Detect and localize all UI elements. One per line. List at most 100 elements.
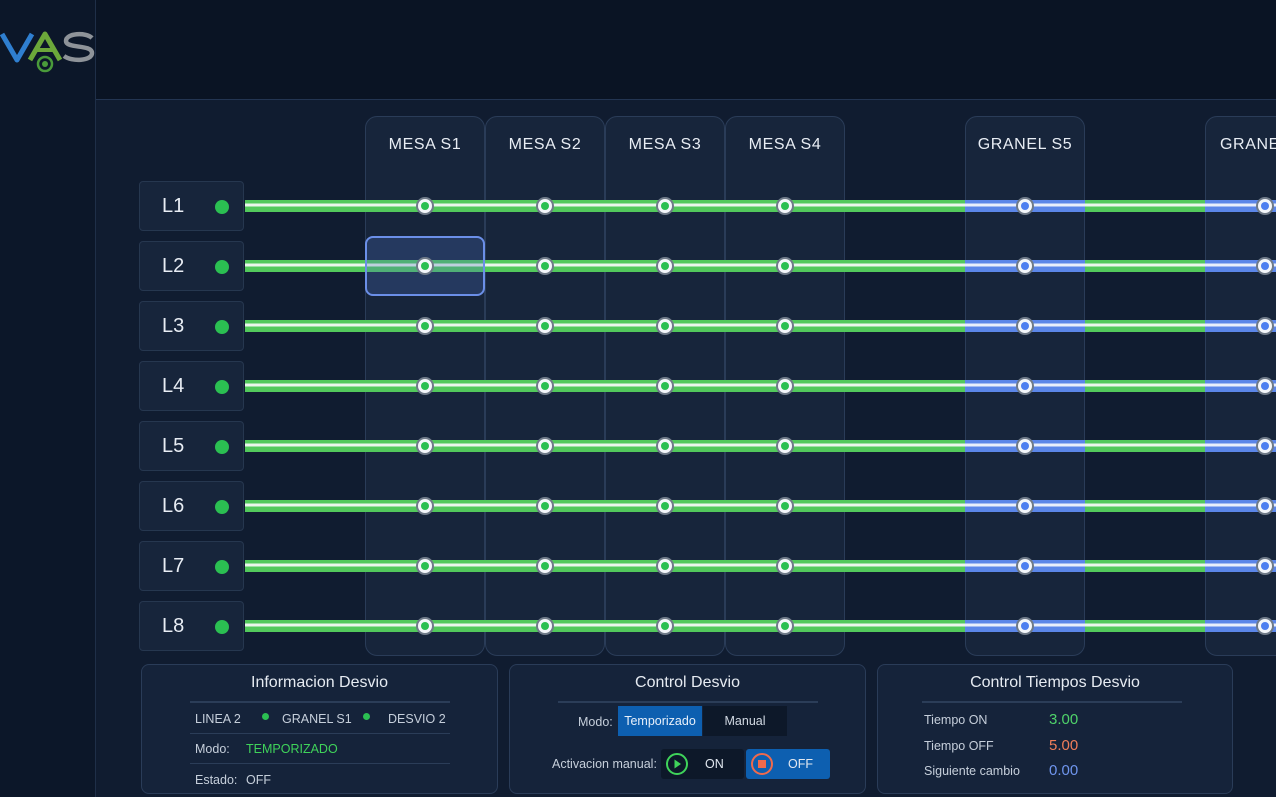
diverter-node-l6-s1[interactable] (416, 497, 434, 515)
diverter-node-l6-s3[interactable] (656, 497, 674, 515)
time-off-value[interactable]: 5.00 (1049, 737, 1078, 754)
info-panel-title: Informacion Desvio (251, 674, 388, 691)
control-panel: Control Desvio Modo: Temporizado Manual … (509, 664, 866, 794)
manual-on-toggle[interactable]: ON (661, 749, 744, 779)
line-track-l5 (245, 440, 1276, 452)
diverter-node-l8-s1[interactable] (416, 617, 434, 635)
info-state-value: OFF (246, 773, 271, 787)
info-line: LINEA 2 (195, 712, 241, 726)
diverter-node-l7-s6[interactable] (1256, 557, 1274, 575)
track-segment-green (845, 200, 965, 212)
diverter-node-l2-s6[interactable] (1256, 257, 1274, 275)
info-state-label: Estado: (195, 773, 238, 787)
diverter-node-l3-s2[interactable] (536, 317, 554, 335)
diverter-node-l3-s4[interactable] (776, 317, 794, 335)
diverter-node-l2-s1[interactable] (416, 257, 434, 275)
diverter-node-l1-s3[interactable] (656, 197, 674, 215)
diverter-node-l5-s3[interactable] (656, 437, 674, 455)
diverter-node-l7-s2[interactable] (536, 557, 554, 575)
time-on-label: Tiempo ON (924, 713, 988, 727)
station-title-s2: MESA S2 (508, 136, 582, 153)
top-bar (96, 0, 1276, 100)
line-badge-l2[interactable]: L2 (139, 241, 244, 291)
diverter-node-l5-s4[interactable] (776, 437, 794, 455)
line-label: L5 (162, 435, 185, 457)
diverter-node-l7-s4[interactable] (776, 557, 794, 575)
track-segment-green (845, 560, 965, 572)
line-badge-l4[interactable]: L4 (139, 361, 244, 411)
diverter-node-l6-s4[interactable] (776, 497, 794, 515)
diverter-node-l8-s4[interactable] (776, 617, 794, 635)
diverter-node-l5-s1[interactable] (416, 437, 434, 455)
diverter-node-l1-s2[interactable] (536, 197, 554, 215)
diverter-node-l1-s4[interactable] (776, 197, 794, 215)
manual-off-label: OFF (788, 757, 813, 771)
mode-temporizado-button[interactable]: Temporizado (618, 706, 702, 736)
diverter-node-l5-s5[interactable] (1016, 437, 1034, 455)
diverter-node-l4-s6[interactable] (1256, 377, 1274, 395)
diverter-node-l3-s6[interactable] (1256, 317, 1274, 335)
line-badge-l7[interactable]: L7 (139, 541, 244, 591)
diverter-node-l7-s1[interactable] (416, 557, 434, 575)
diverter-node-l6-s6[interactable] (1256, 497, 1274, 515)
track-segment-green (1085, 440, 1205, 452)
line-label: L3 (162, 315, 185, 337)
diverter-node-l8-s5[interactable] (1016, 617, 1034, 635)
track-segment-green (245, 440, 365, 452)
diverter-node-l7-s3[interactable] (656, 557, 674, 575)
diverter-node-l2-s4[interactable] (776, 257, 794, 275)
line-badge-l6[interactable]: L6 (139, 481, 244, 531)
track-segment-green (1085, 320, 1205, 332)
diverter-node-l2-s2[interactable] (536, 257, 554, 275)
line-label: L1 (162, 195, 185, 217)
station-title-s5: GRANEL S5 (977, 136, 1073, 153)
line-status-dot (215, 200, 229, 214)
diverter-node-l8-s3[interactable] (656, 617, 674, 635)
diverter-node-l8-s6[interactable] (1256, 617, 1274, 635)
diverter-node-l4-s4[interactable] (776, 377, 794, 395)
line-badge-l1[interactable]: L1 (139, 181, 244, 231)
time-on-value[interactable]: 3.00 (1049, 711, 1078, 728)
diverter-node-l7-s5[interactable] (1016, 557, 1034, 575)
diverter-node-l5-s6[interactable] (1256, 437, 1274, 455)
app-root: MESA S1 MESA S2 MESA S3 MESA S4 GRANEL S5 GRA… (0, 0, 1276, 797)
diverter-node-l4-s2[interactable] (536, 377, 554, 395)
line-badge-l3[interactable]: L3 (139, 301, 244, 351)
info-mode-value: TEMPORIZADO (246, 742, 338, 756)
diverter-node-l3-s5[interactable] (1016, 317, 1034, 335)
track-segment-green (245, 620, 365, 632)
times-title-divider (922, 701, 1182, 703)
track-segment-green (245, 380, 365, 392)
diverter-node-l4-s5[interactable] (1016, 377, 1034, 395)
diverter-node-l2-s5[interactable] (1016, 257, 1034, 275)
track-segment-green (245, 320, 365, 332)
diverter-node-l3-s1[interactable] (416, 317, 434, 335)
stop-icon (751, 753, 773, 775)
track-segment-green (1085, 620, 1205, 632)
diverter-node-l5-s2[interactable] (536, 437, 554, 455)
diverter-node-l4-s3[interactable] (656, 377, 674, 395)
manual-on-label: ON (705, 757, 724, 771)
manual-activation-label: Activacion manual: (552, 757, 657, 771)
track-segment-green (1085, 260, 1205, 272)
track-segment-green (245, 500, 365, 512)
diverter-node-l2-s3[interactable] (656, 257, 674, 275)
diverter-node-l1-s5[interactable] (1016, 197, 1034, 215)
track-segment-green (245, 560, 365, 572)
manual-off-toggle[interactable]: OFF (746, 749, 830, 779)
diverter-node-l1-s1[interactable] (416, 197, 434, 215)
line-track-l8 (245, 620, 1276, 632)
vas-logo (0, 26, 96, 76)
line-track-l3 (245, 320, 1276, 332)
line-status-dot (215, 440, 229, 454)
diverter-node-l6-s5[interactable] (1016, 497, 1034, 515)
diverter-node-l1-s6[interactable] (1256, 197, 1274, 215)
track-segment-green (245, 260, 365, 272)
diverter-node-l8-s2[interactable] (536, 617, 554, 635)
diverter-node-l4-s1[interactable] (416, 377, 434, 395)
line-badge-l8[interactable]: L8 (139, 601, 244, 651)
line-badge-l5[interactable]: L5 (139, 421, 244, 471)
diverter-node-l3-s3[interactable] (656, 317, 674, 335)
mode-manual-button[interactable]: Manual (703, 706, 787, 736)
diverter-node-l6-s2[interactable] (536, 497, 554, 515)
